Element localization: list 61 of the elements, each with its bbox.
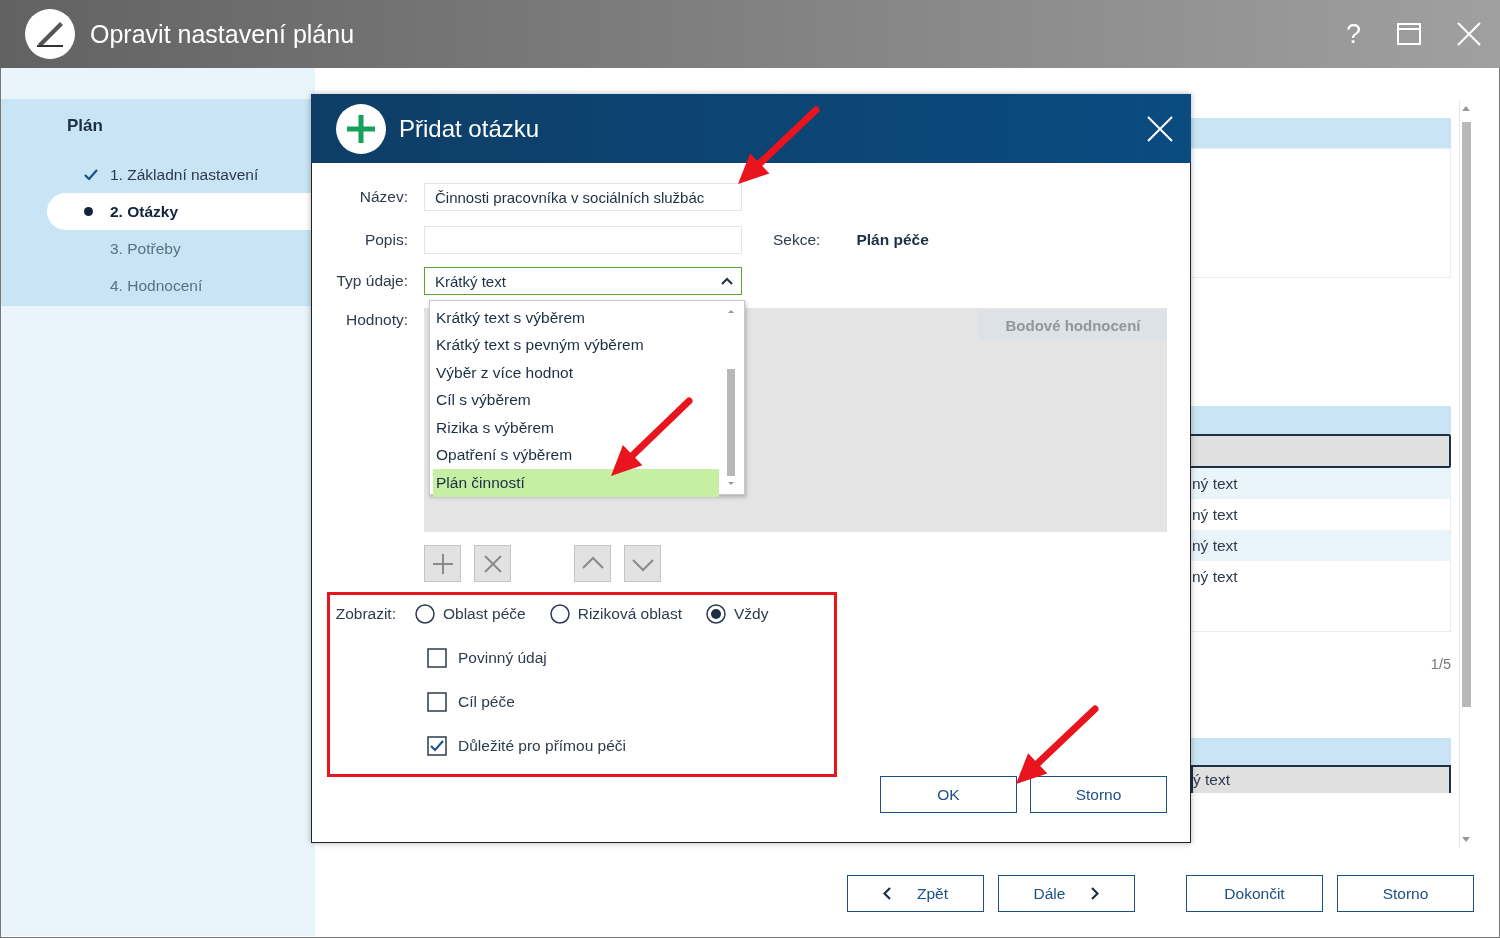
pencil-icon (24, 8, 76, 60)
bullet-icon (84, 207, 93, 216)
table-cell: ný text (1192, 567, 1238, 586)
dropdown-option[interactable]: Krátký text s výběrem (433, 304, 719, 332)
footer-button[interactable]: Dokončit (1186, 875, 1323, 912)
dropdown-option[interactable]: Krátký text s pevným výběrem (433, 331, 719, 359)
delete-button[interactable] (474, 545, 511, 582)
field-label: Sekce: (773, 231, 821, 249)
scroll-up-icon (1462, 106, 1470, 111)
check-icon (84, 169, 98, 180)
add-button[interactable] (424, 545, 461, 582)
dialog-button[interactable]: Storno (1030, 776, 1167, 813)
checkbox-option[interactable]: Cíl péče (427, 689, 834, 715)
add-icon (336, 103, 386, 154)
delete-icon (481, 552, 504, 575)
footer-button[interactable]: Dále (998, 875, 1135, 912)
dropdown-option[interactable]: Cíl s výběrem (433, 386, 719, 414)
close-icon[interactable] (1147, 115, 1173, 142)
scrollbar[interactable] (1459, 100, 1472, 848)
table-cell: ný text (1192, 505, 1238, 524)
field-label: Popis: (363, 231, 408, 249)
footer-button[interactable]: Zpět (847, 875, 984, 912)
radio-option[interactable]: Riziková oblast (549, 604, 682, 624)
selected-row[interactable]: ý text (1191, 765, 1451, 793)
wizard-step[interactable]: 4. Hodnocení (47, 267, 315, 304)
dropdown-option[interactable]: Plán činností (433, 469, 719, 497)
description-field[interactable] (424, 226, 742, 254)
checkbox-option[interactable]: Povinný údaj (427, 645, 834, 671)
maximize-icon[interactable] (1397, 23, 1421, 45)
field-label: Hodnoty: (344, 311, 408, 329)
chevron-right-icon (1091, 887, 1100, 900)
dropdown-option[interactable]: Opatření s výběrem (433, 441, 719, 469)
scroll-down-icon (1462, 837, 1470, 842)
wizard-step[interactable]: 1. Základní nastavení (47, 156, 315, 193)
dropdown-option[interactable]: Výběr z více hodnot (433, 359, 719, 387)
dialog-title: Přidat otázku (399, 114, 540, 143)
add-icon (431, 552, 454, 575)
footer-button[interactable]: Storno (1337, 875, 1474, 912)
sidebar-heading: Plán (67, 115, 104, 137)
chevron-left-icon (883, 887, 891, 900)
table-cell: ný text (1192, 536, 1238, 555)
name-field[interactable]: Činnosti pracovníka v sociálních službác (424, 183, 742, 211)
checkbox-option[interactable]: Důležité pro přímou péči (427, 733, 834, 759)
type-dropdown[interactable]: Krátký text (424, 267, 742, 295)
table-cell: ný text (1192, 474, 1238, 493)
move-down-button[interactable] (624, 545, 661, 582)
radio-option[interactable]: Vždy (705, 604, 769, 624)
dialog-button[interactable]: OK (880, 776, 1017, 813)
move-up-button[interactable] (574, 545, 611, 582)
column-header: Bodové hodnocení (979, 310, 1167, 340)
window-title: Opravit nastavení plánu (90, 19, 355, 49)
page-counter: 1/5 (1430, 656, 1451, 672)
field-label: Název: (358, 188, 408, 206)
wizard-step[interactable]: 3. Potřeby (47, 230, 315, 267)
chevron-up-icon (721, 277, 733, 285)
table-cell: ý text (1193, 772, 1231, 788)
section-value: Plán péče (856, 231, 929, 249)
field-label: Typ údaje: (335, 272, 408, 290)
field-label: Zobrazit: (334, 605, 396, 623)
radio-option[interactable]: Oblast péče (415, 604, 526, 624)
dropdown-option[interactable]: Rizika s výběrem (433, 414, 719, 442)
